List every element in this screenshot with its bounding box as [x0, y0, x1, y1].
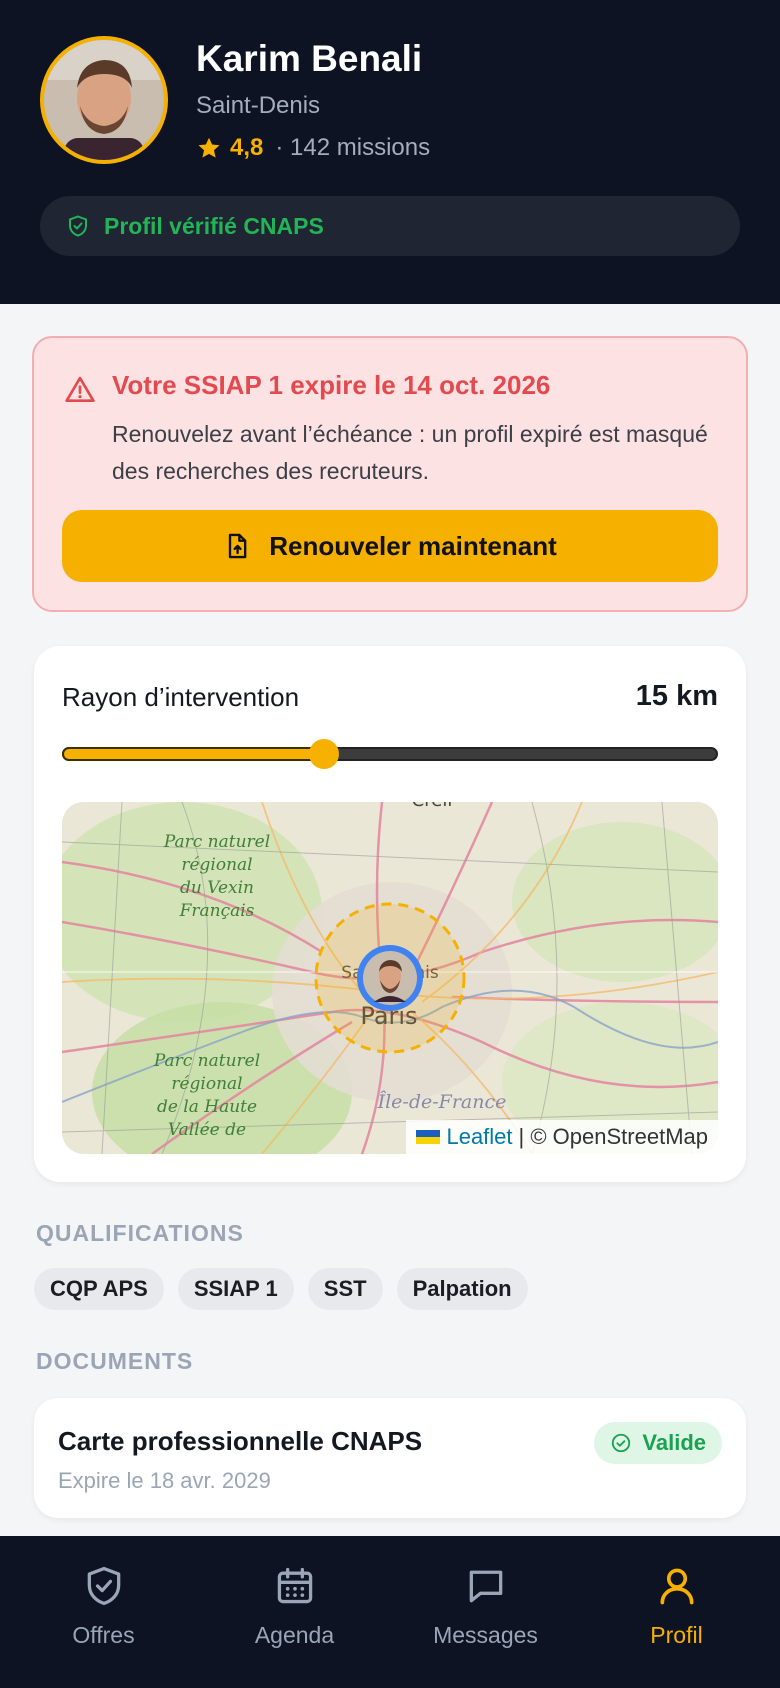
- radius-slider[interactable]: [62, 739, 718, 769]
- map-attribution: Leaflet | © OpenStreetMap: [406, 1120, 718, 1154]
- renew-button[interactable]: Renouveler maintenant: [62, 510, 718, 582]
- slider-fill: [62, 747, 325, 761]
- profile-header: Karim Benali Saint-Denis 4,8 · 142 missi…: [0, 0, 780, 304]
- ukraine-flag-icon: [416, 1130, 441, 1144]
- user-icon: [660, 1568, 693, 1605]
- map-label-parc-vexin-4: Français: [179, 901, 255, 921]
- shield-check-icon: [87, 1566, 120, 1606]
- user-location-marker[interactable]: [357, 945, 423, 1011]
- tab-offres[interactable]: Offres: [6, 1536, 201, 1688]
- alert-body: Renouvelez avant l’échéance : un profil …: [112, 421, 708, 484]
- leaflet-link[interactable]: Leaflet: [446, 1124, 512, 1150]
- profile-name: Karim Benali: [196, 38, 423, 79]
- expiry-alert: Votre SSIAP 1 expire le 14 oct. 2026 Ren…: [32, 336, 748, 612]
- profile-rating: 4,8 · 142 missions: [196, 134, 430, 162]
- check-circle-icon: [612, 1433, 631, 1453]
- verified-label: Profil vérifié CNAPS: [104, 212, 324, 239]
- renew-button-label: Renouveler maintenant: [269, 530, 557, 561]
- qualification-chip: SSIAP 1: [177, 1268, 294, 1310]
- document-expiry: Expire le 18 avr. 2029: [58, 1468, 271, 1493]
- qualification-chip: CQP APS: [34, 1268, 164, 1310]
- tab-label: Messages: [433, 1622, 538, 1648]
- radius-label: Rayon d’intervention: [62, 682, 300, 712]
- qualifications-heading: QUALIFICATIONS: [36, 1220, 244, 1246]
- tab-label: Profil: [650, 1622, 703, 1648]
- document-title: Carte professionnelle CNAPS: [58, 1426, 423, 1456]
- avatar-photo: [44, 40, 164, 160]
- calendar-icon: [277, 1567, 312, 1604]
- map-label-parc-chevreuse-3: de la Haute: [157, 1097, 257, 1117]
- shield-check-icon: [69, 215, 87, 237]
- message-icon: [469, 1570, 502, 1603]
- alert-title: Votre SSIAP 1 expire le 14 oct. 2026: [112, 370, 551, 400]
- tab-agenda[interactable]: Agenda: [197, 1536, 392, 1688]
- qualification-chip: SST: [307, 1268, 383, 1310]
- map-label-parc-chevreuse-4: Vallée de: [168, 1120, 246, 1140]
- radius-value: 15 km: [635, 680, 718, 712]
- status-badge: Valide: [594, 1422, 722, 1464]
- document-card[interactable]: Carte professionnelle CNAPS Expire le 18…: [34, 1398, 746, 1518]
- verified-badge: Profil vérifié CNAPS: [40, 196, 740, 256]
- map-label-creil: Creil: [412, 802, 453, 811]
- map-label-ile-de-france: Île-de-France: [377, 1090, 507, 1113]
- profile-city: Saint-Denis: [196, 92, 321, 119]
- qualifications-list: CQP APS SSIAP 1 SST Palpation: [34, 1268, 528, 1310]
- bottom-tab-bar: Offres Agenda Messages Profil: [0, 1536, 780, 1688]
- star-icon: [198, 137, 220, 158]
- osm-attribution[interactable]: | © OpenStreetMap: [519, 1124, 708, 1150]
- qualification-chip: Palpation: [396, 1268, 528, 1310]
- map-label-parc-vexin-1: Parc naturel: [163, 832, 270, 852]
- missions-count: · 142 missions: [275, 134, 431, 161]
- map-label-parc-vexin-2: régional: [181, 855, 252, 875]
- radius-card: Rayon d’intervention 15 km Parc naturel …: [34, 646, 746, 1182]
- tab-profil[interactable]: Profil: [579, 1536, 774, 1688]
- status-label: Valide: [642, 1430, 706, 1455]
- tab-messages[interactable]: Messages: [388, 1536, 583, 1688]
- map-label-parc-chevreuse-1: Parc naturel: [153, 1051, 260, 1071]
- tab-label: Offres: [72, 1622, 135, 1648]
- documents-heading: DOCUMENTS: [36, 1348, 194, 1374]
- avatar[interactable]: [40, 36, 168, 164]
- warning-icon: [65, 376, 95, 402]
- file-upload-icon: [229, 533, 247, 559]
- map-label-parc-vexin-3: du Vexin: [180, 878, 254, 898]
- map-tiles: Parc naturel régional du Vexin Français …: [62, 802, 718, 1154]
- tab-label: Agenda: [254, 1622, 335, 1648]
- intervention-map[interactable]: Parc naturel régional du Vexin Français …: [62, 802, 718, 1154]
- rating-value: 4,8: [230, 134, 264, 161]
- map-label-parc-chevreuse-2: régional: [171, 1074, 242, 1094]
- slider-thumb[interactable]: [309, 739, 340, 769]
